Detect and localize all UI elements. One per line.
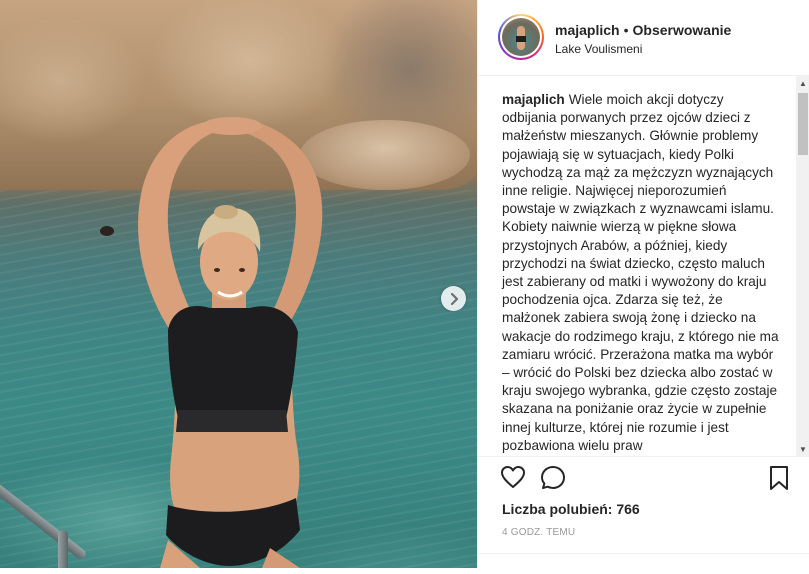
scroll-up-arrow-icon[interactable]: ▲	[796, 76, 809, 90]
avatar-story-ring[interactable]	[498, 14, 544, 60]
scroll-down-arrow-icon[interactable]: ▼	[796, 442, 809, 456]
username-link[interactable]: majaplich	[555, 22, 620, 38]
following-button[interactable]: Obserwowanie	[633, 22, 732, 38]
next-photo-button[interactable]	[441, 286, 466, 311]
post-actions: Liczba polubień: 766 4 GODZ. TEMU	[478, 456, 809, 567]
post-timestamp[interactable]: 4 GODZ. TEMU	[502, 527, 575, 538]
bookmark-icon	[770, 466, 788, 490]
separator-dot: •	[623, 22, 629, 38]
save-button[interactable]	[768, 465, 790, 496]
scroll-thumb[interactable]	[798, 93, 808, 155]
avatar[interactable]	[502, 18, 540, 56]
location-link[interactable]: Lake Voulismeni	[555, 42, 642, 56]
header-user-line: majaplich • Obserwowanie	[555, 22, 731, 38]
caption-text: Wiele moich akcji dotyczy odbijania porw…	[502, 92, 779, 453]
caption-scrollbar[interactable]: ▲ ▼	[796, 76, 809, 456]
likes-count[interactable]: Liczba polubień: 766	[502, 501, 640, 517]
post-photo[interactable]	[0, 0, 477, 568]
add-comment-area[interactable]	[478, 553, 809, 574]
caption-username-link[interactable]: majaplich	[502, 92, 565, 107]
post-caption: majaplich Wiele moich akcji dotyczy odbij…	[502, 91, 780, 455]
heart-icon	[501, 466, 525, 488]
like-button[interactable]	[500, 465, 526, 494]
chevron-right-icon	[450, 292, 458, 305]
woman-figure	[138, 117, 323, 568]
comment-button[interactable]	[540, 465, 566, 496]
post-side-panel: majaplich • Obserwowanie Lake Voulismeni m…	[477, 0, 809, 568]
stair-railing-post	[58, 530, 68, 568]
post-header: majaplich • Obserwowanie Lake Voulismeni	[478, 0, 809, 76]
comment-icon	[541, 466, 565, 489]
caption-container: majaplich Wiele moich akcji dotyczy odbij…	[478, 76, 809, 456]
